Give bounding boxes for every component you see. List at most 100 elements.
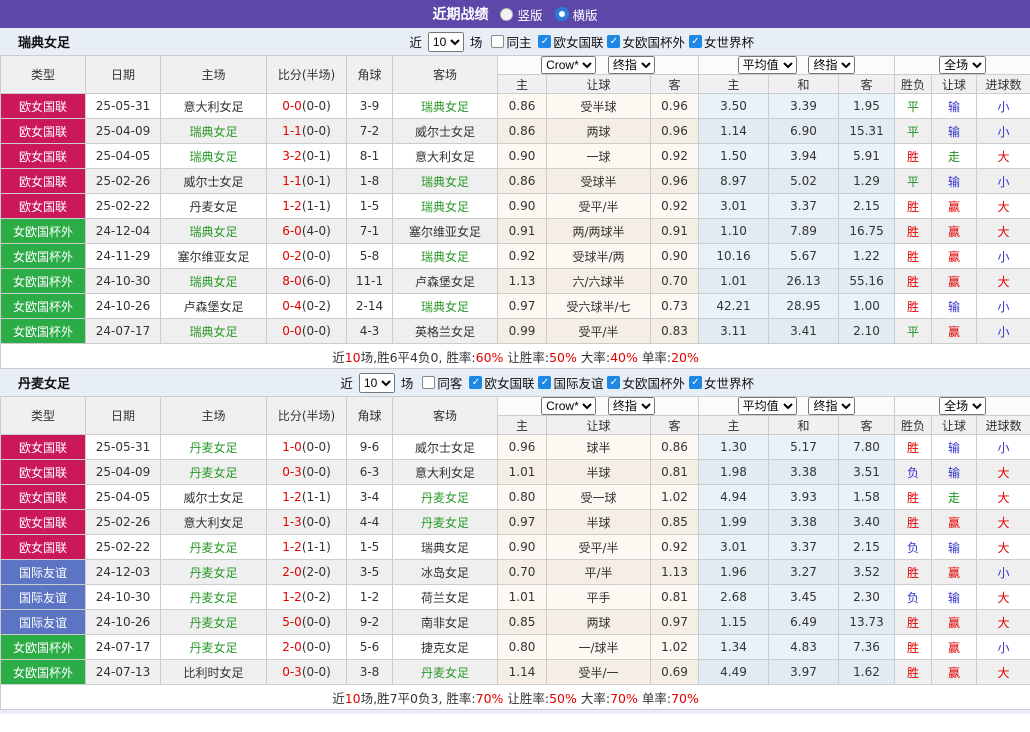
near-count-select[interactable]: 10: [359, 373, 395, 393]
match-row: 欧女国联25-05-31丹麦女足1-0(0-0)9-6威尔士女足0.96球半0.…: [1, 435, 1030, 460]
league-filter[interactable]: ✓欧女国联: [465, 373, 534, 392]
away-team: 瑞典女足: [393, 294, 498, 319]
eu-final-odds-select[interactable]: 终指: [808, 397, 855, 415]
home-team: 意大利女足: [161, 510, 267, 535]
radio-horizontal-label: 横版: [573, 5, 598, 24]
league-filter[interactable]: ✓女世界杯: [685, 32, 754, 51]
checkbox-checked-icon[interactable]: ✓: [469, 376, 482, 389]
ah-home-odds: 0.99: [498, 319, 547, 344]
checkbox-checked-icon[interactable]: ✓: [538, 35, 551, 48]
league-filter[interactable]: ✓女世界杯: [685, 373, 754, 392]
average-select[interactable]: 平均值: [738, 56, 797, 74]
ah-away-odds: 0.97: [651, 610, 699, 635]
bookmaker-select[interactable]: Crow*: [541, 56, 596, 74]
ah-home-odds: 0.90: [498, 144, 547, 169]
match-row: 欧女国联25-05-31意大利女足0-0(0-0)3-9瑞典女足0.86受半球0…: [1, 94, 1030, 119]
col-type-header: 类型: [1, 56, 86, 94]
goals-result-cell: 大: [977, 610, 1030, 635]
fulltime-score: 1-2: [282, 540, 302, 554]
goals-result-cell: 小: [977, 319, 1030, 344]
corners: 9-6: [347, 435, 393, 460]
league-filter[interactable]: ✓欧女国联: [534, 32, 603, 51]
away-team: 捷克女足: [393, 635, 498, 660]
score-halftime: 2-0(2-0): [267, 560, 347, 585]
ah-line: 受一球: [547, 485, 651, 510]
ah-home-odds: 0.80: [498, 635, 547, 660]
col-date-header: 日期: [86, 56, 161, 94]
away-team: 瑞典女足: [393, 94, 498, 119]
away-team: 威尔士女足: [393, 119, 498, 144]
same-venue-filter[interactable]: 同主: [485, 32, 531, 51]
summary-segment: 40%: [610, 350, 638, 365]
league-badge: 欧女国联: [1, 94, 86, 119]
eu-final-odds-select[interactable]: 终指: [808, 56, 855, 74]
ah-final-odds-select[interactable]: 终指: [608, 56, 655, 74]
checkbox-checked-icon[interactable]: ✓: [689, 376, 702, 389]
match-row: 女欧国杯外24-10-30瑞典女足8-0(6-0)11-1卢森堡女足1.13六/…: [1, 269, 1030, 294]
away-team: 丹麦女足: [393, 510, 498, 535]
eu-home-odds: 8.97: [699, 169, 769, 194]
summary-segment: 20%: [671, 350, 699, 365]
league-filter[interactable]: ✓女欧国杯外: [603, 32, 685, 51]
league-filter-label: 国际友谊: [553, 373, 603, 392]
layout-radio-vertical[interactable]: 竖版: [500, 5, 542, 24]
handicap-result-cell: 赢: [932, 219, 977, 244]
match-row: 女欧国杯外24-07-17瑞典女足0-0(0-0)4-3英格兰女足0.99受平/…: [1, 319, 1030, 344]
eu-draw-odds: 3.38: [769, 510, 839, 535]
handicap-result-cell: 走: [932, 485, 977, 510]
ah-line: 球半: [547, 435, 651, 460]
eu-home-odds: 1.15: [699, 610, 769, 635]
eu-home-odds: 3.01: [699, 194, 769, 219]
games-label: 场: [401, 373, 414, 392]
col-eu-draw-header: 和: [769, 75, 839, 94]
halftime-score: (0-0): [302, 515, 331, 529]
checkbox-unchecked-icon[interactable]: [491, 35, 504, 48]
summary-segment: 让胜率:: [503, 691, 549, 706]
home-team: 丹麦女足: [161, 585, 267, 610]
checkbox-unchecked-icon[interactable]: [422, 376, 435, 389]
result-group: 全场: [895, 56, 1030, 75]
scope-select[interactable]: 全场: [939, 56, 986, 74]
ah-away-odds: 0.96: [651, 169, 699, 194]
result-cell: 负: [895, 460, 932, 485]
away-team: 威尔士女足: [393, 435, 498, 460]
checkbox-checked-icon[interactable]: ✓: [689, 35, 702, 48]
ah-final-odds-select[interactable]: 终指: [608, 397, 655, 415]
league-filter[interactable]: ✓女欧国杯外: [603, 373, 685, 392]
bookmaker-select[interactable]: Crow*: [541, 397, 596, 415]
col-cover-header: 让球: [932, 75, 977, 94]
home-team: 丹麦女足: [161, 460, 267, 485]
ah-home-odds: 0.91: [498, 219, 547, 244]
checkbox-checked-icon[interactable]: ✓: [538, 376, 551, 389]
ah-home-odds: 0.90: [498, 194, 547, 219]
eu-home-odds: 4.94: [699, 485, 769, 510]
near-count-select[interactable]: 10: [428, 32, 464, 52]
fulltime-score: 5-0: [282, 615, 302, 629]
average-select[interactable]: 平均值: [738, 397, 797, 415]
handicap-result-cell: 赢: [932, 660, 977, 685]
radio-unchecked-icon[interactable]: [500, 8, 513, 21]
away-team: 瑞典女足: [393, 169, 498, 194]
match-row: 欧女国联25-04-05威尔士女足1-2(1-1)3-4丹麦女足0.80受一球1…: [1, 485, 1030, 510]
score-halftime: 1-0(0-0): [267, 435, 347, 460]
league-badge: 欧女国联: [1, 435, 86, 460]
goals-result-cell: 大: [977, 144, 1030, 169]
away-team: 卢森堡女足: [393, 269, 498, 294]
layout-radio-horizontal[interactable]: 横版: [555, 5, 598, 24]
goals-result-cell: 小: [977, 119, 1030, 144]
score-halftime: 6-0(4-0): [267, 219, 347, 244]
halftime-score: (0-0): [302, 465, 331, 479]
scope-select[interactable]: 全场: [939, 397, 986, 415]
matches-table: 类型 日期 主场 比分(半场) 角球 客场 Crow* 终指 平均值 终指: [0, 55, 1030, 369]
handicap-result-cell: 赢: [932, 244, 977, 269]
checkbox-checked-icon[interactable]: ✓: [607, 35, 620, 48]
summary-segment: 70%: [476, 691, 504, 706]
radio-checked-icon[interactable]: [555, 7, 569, 21]
checkbox-checked-icon[interactable]: ✓: [607, 376, 620, 389]
same-venue-filter[interactable]: 同客: [416, 373, 462, 392]
halftime-score: (1-1): [302, 540, 331, 554]
match-date: 25-05-31: [86, 435, 161, 460]
league-filter[interactable]: ✓国际友谊: [534, 373, 603, 392]
league-badge: 欧女国联: [1, 460, 86, 485]
eu-away-odds: 13.73: [839, 610, 895, 635]
